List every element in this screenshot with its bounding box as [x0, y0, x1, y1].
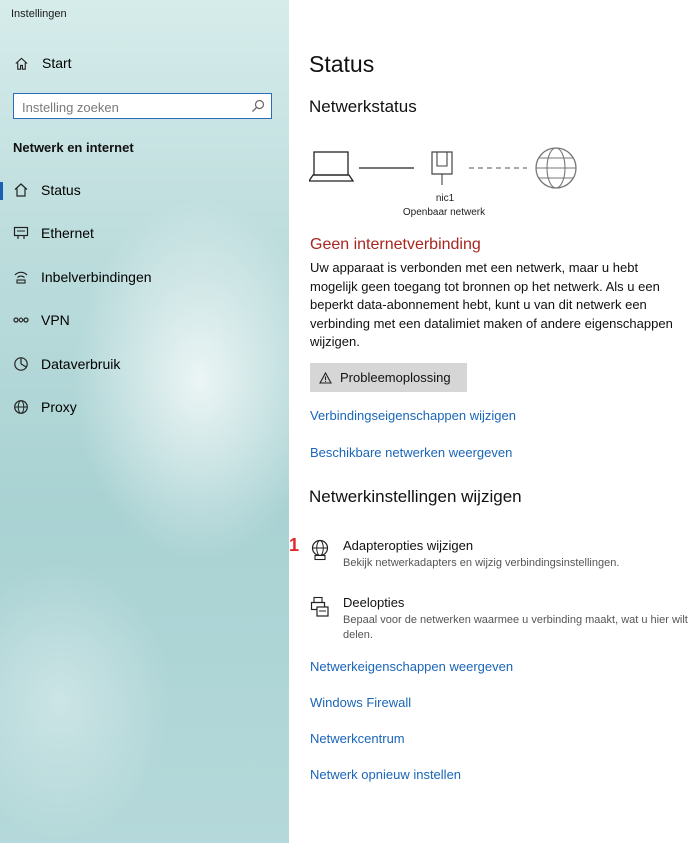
error-description: Uw apparaat is verbonden met een netwerk… [310, 260, 673, 349]
link-network-reset[interactable]: Netwerk opnieuw instellen [310, 767, 461, 782]
sidebar-item-start[interactable]: Start [14, 55, 72, 71]
ethernet-icon [12, 226, 30, 240]
error-title: Geen internetverbinding [310, 236, 481, 253]
dialup-icon [12, 269, 30, 285]
main-content: Status Netwerkstatus nic1 Openbaar netwe… [289, 0, 700, 843]
adapter-options-item[interactable]: Adapteropties wijzigen Bekijk netwerkada… [310, 537, 690, 573]
sidebar-item-label: VPN [41, 312, 70, 328]
sidebar-item-label: Proxy [41, 399, 77, 415]
sidebar-item-ethernet[interactable]: Ethernet [0, 215, 289, 251]
sharing-options-title: Deelopties [343, 595, 405, 610]
sidebar-item-data-usage[interactable]: Dataverbruik [0, 346, 289, 382]
page-title: Status [309, 51, 375, 77]
sidebar-item-label: Dataverbruik [41, 356, 121, 372]
annotation-number: 1 [289, 535, 300, 555]
sidebar: Instellingen Start Netwerk en internet S… [0, 0, 289, 843]
vpn-icon [12, 315, 30, 325]
home-icon [15, 57, 28, 70]
link-connection-properties[interactable]: Verbindingseigenschappen wijzigen [310, 408, 516, 423]
sidebar-item-label: Start [42, 55, 72, 71]
search-box[interactable] [13, 93, 272, 119]
app-title: Instellingen [11, 8, 67, 20]
sharing-options-subtitle: Bepaal voor de netwerken waarmee u verbi… [343, 614, 688, 641]
search-input[interactable] [20, 97, 244, 117]
network-adapter-icon [431, 151, 453, 185]
adapter-options-title: Adapteropties wijzigen [343, 538, 474, 553]
change-settings-heading: Netwerkinstellingen wijzigen [309, 487, 522, 506]
link-network-center[interactable]: Netwerkcentrum [310, 731, 405, 746]
sharing-options-item[interactable]: Deelopties Bepaal voor de netwerken waar… [310, 594, 695, 644]
adapter-globe-icon [311, 539, 329, 561]
network-type: Openbaar netwerk [402, 207, 486, 218]
laptop-icon [309, 151, 355, 182]
sidebar-item-label: Status [41, 182, 81, 198]
adapter-options-subtitle: Bekijk netwerkadapters en wijzig verbind… [343, 557, 620, 569]
link-available-networks[interactable]: Beschikbare netwerken weergeven [310, 445, 512, 460]
sidebar-item-vpn[interactable]: VPN [0, 302, 289, 338]
link-windows-firewall[interactable]: Windows Firewall [310, 695, 411, 710]
sidebar-item-status[interactable]: Status [0, 172, 289, 208]
sidebar-item-label: Ethernet [41, 225, 94, 241]
globe-icon [12, 399, 30, 415]
troubleshoot-label: Probleemoplossing [340, 370, 451, 385]
sidebar-item-proxy[interactable]: Proxy [0, 389, 289, 425]
sidebar-item-label: Inbelverbindingen [41, 269, 152, 285]
sidebar-section-title: Netwerk en internet [13, 140, 134, 155]
link-network-properties[interactable]: Netwerkeigenschappen weergeven [310, 659, 513, 674]
troubleshoot-button[interactable]: Probleemoplossing [310, 363, 467, 392]
warning-icon [319, 371, 332, 384]
internet-globe-icon [535, 147, 577, 189]
data-usage-icon [12, 356, 30, 372]
adapter-name: nic1 [435, 193, 455, 204]
home-status-icon [12, 182, 30, 198]
network-status-heading: Netwerkstatus [309, 97, 417, 116]
sharing-printer-icon [310, 596, 329, 617]
sidebar-item-dialup[interactable]: Inbelverbindingen [0, 259, 289, 295]
search-icon[interactable] [251, 99, 265, 113]
